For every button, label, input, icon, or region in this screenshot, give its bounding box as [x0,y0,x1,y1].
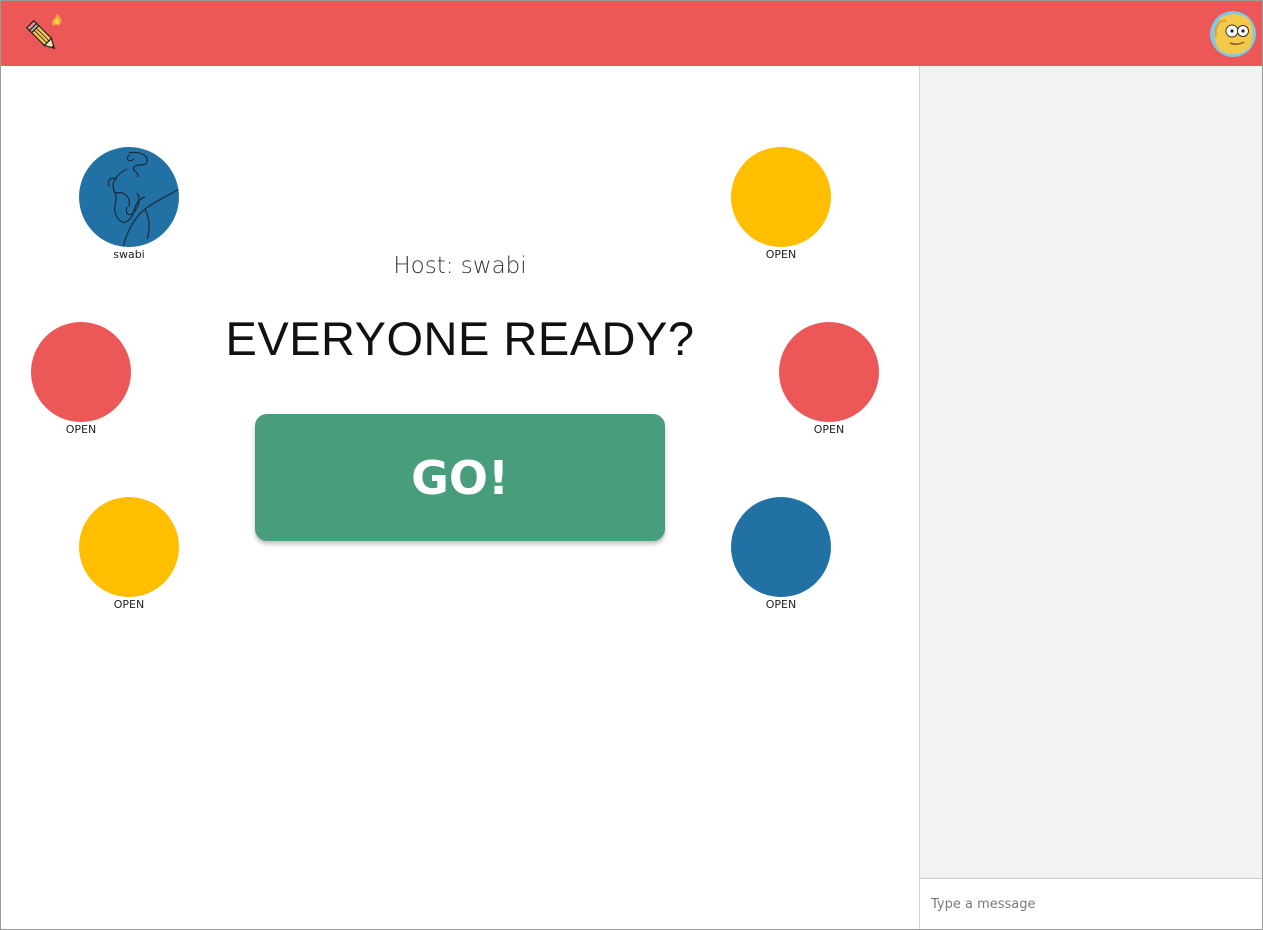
player-seat-swabi[interactable]: swabi [79,147,179,262]
pencil-icon[interactable] [19,9,67,57]
game-lobby: swabi OPEN OPEN OPEN OPEN OPEN Host: swa… [1,66,919,929]
go-button[interactable]: GO! [255,414,665,541]
player-seat-open[interactable]: OPEN [731,497,831,612]
app-window: swabi OPEN OPEN OPEN OPEN OPEN Host: swa… [0,0,1263,930]
empty-seat-circle [79,497,179,597]
user-avatar[interactable] [1210,11,1256,57]
player-seat-open[interactable]: OPEN [731,147,831,262]
seat-label: OPEN [765,598,797,611]
player-avatar [79,147,179,247]
seat-label: OPEN [113,598,145,611]
ready-title: EVERYONE READY? [225,312,695,365]
seat-label: OPEN [813,423,845,436]
seat-label: OPEN [65,423,97,436]
player-seat-open[interactable]: OPEN [79,497,179,612]
chat-message-input[interactable] [920,878,1262,929]
empty-seat-circle [731,147,831,247]
empty-seat-circle [731,497,831,597]
host-label: Host: swabi [393,253,527,279]
chat-panel [919,66,1262,929]
top-bar [1,1,1262,66]
